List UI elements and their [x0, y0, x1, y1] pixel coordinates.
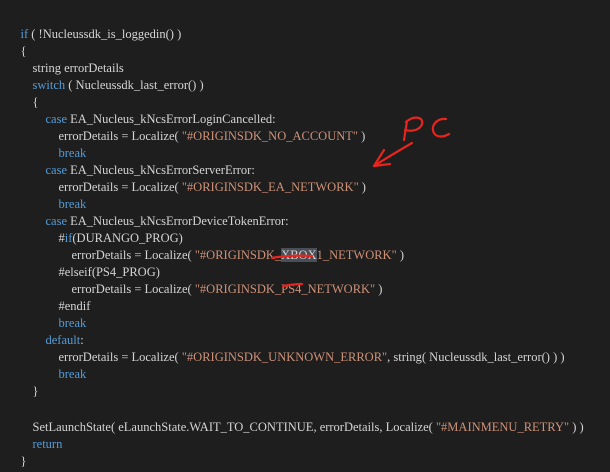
- code-line-7: errorDetails = Localize( "#ORIGINSDK_NO_…: [0, 111, 366, 143]
- code-line-11: break: [0, 179, 87, 211]
- code-line-12: case EA_Nucleus_kNcsErrorDeviceTokenErro…: [0, 196, 289, 228]
- code-text: ): [358, 129, 366, 143]
- code-text: ): [375, 282, 383, 296]
- code-text: SetLaunchState( eLaunchState.WAIT_TO_CON…: [32, 420, 436, 434]
- code-text: ) ): [569, 420, 584, 434]
- code-line-25: return: [0, 419, 63, 451]
- code-line-16: errorDetails = Localize( "#ORIGINSDK_PS4…: [0, 264, 383, 296]
- code-line-19: default:: [0, 315, 84, 347]
- string-literal: 1_NETWORK": [316, 248, 397, 262]
- code-line-2: {: [0, 26, 27, 58]
- keyword: return: [32, 437, 63, 451]
- code-line-4: switch ( Nucleussdk_last_error() ): [0, 60, 204, 92]
- handwritten-pc-annotation: [402, 116, 451, 142]
- code-text: ): [396, 248, 404, 262]
- string-literal: "#ORIGINSDK_NO_ACCOUNT": [181, 129, 358, 143]
- code-line-24: SetLaunchState( eLaunchState.WAIT_TO_CON…: [0, 402, 584, 434]
- code-line-14: errorDetails = Localize( "#ORIGINSDK_XBO…: [0, 230, 404, 262]
- code-line-22: }: [0, 366, 39, 398]
- code-line-17: #endif: [0, 281, 91, 313]
- code-line-21: break: [0, 349, 87, 381]
- code-editor[interactable]: if ( !Nucleussdk_is_loggedin() ) { strin…: [0, 0, 610, 472]
- code-line-10: errorDetails = Localize( "#ORIGINSDK_EA_…: [0, 162, 366, 194]
- code-line-13: #if(DURANGO_PROG): [0, 213, 183, 245]
- code-text: ): [358, 180, 366, 194]
- string-literal: "#ORIGINSDK_UNKNOWN_ERROR": [181, 350, 388, 364]
- code-line-26: }: [0, 436, 27, 468]
- code-line-27: else: [0, 453, 40, 472]
- code-line-20: errorDetails = Localize( "#ORIGINSDK_UNK…: [0, 332, 565, 364]
- code-line-3: string errorDetails: [0, 43, 124, 75]
- code-line-8: break: [0, 128, 87, 160]
- code-line-18: break: [0, 298, 87, 330]
- code-line-1: if ( !Nucleussdk_is_loggedin() ): [0, 9, 182, 41]
- code-line-5: {: [0, 77, 39, 109]
- code-text: ( Nucleussdk_last_error() ): [65, 78, 204, 92]
- string-literal: "#MAINMENU_RETRY": [435, 420, 570, 434]
- code-line-9: case EA_Nucleus_kNcsErrorServerError:: [0, 145, 255, 177]
- code-line-15: #elseif(PS4_PROG): [0, 247, 160, 279]
- selected-text[interactable]: XBOX: [281, 248, 317, 262]
- brace: }: [32, 384, 39, 398]
- string-literal: "#ORIGINSDK_: [194, 248, 282, 262]
- arrow-annotation: [372, 141, 414, 168]
- keyword: break: [58, 367, 87, 381]
- code-text: , string( Nucleussdk_last_error() ) ): [387, 350, 565, 364]
- string-literal: "#ORIGINSDK_EA_NETWORK": [181, 180, 359, 194]
- code-line-6: case EA_Nucleus_kNcsErrorLoginCancelled:: [0, 94, 276, 126]
- code-text: ( !Nucleussdk_is_loggedin() ): [28, 27, 182, 41]
- string-literal: "#ORIGINSDK_PS4_NETWORK": [194, 282, 376, 296]
